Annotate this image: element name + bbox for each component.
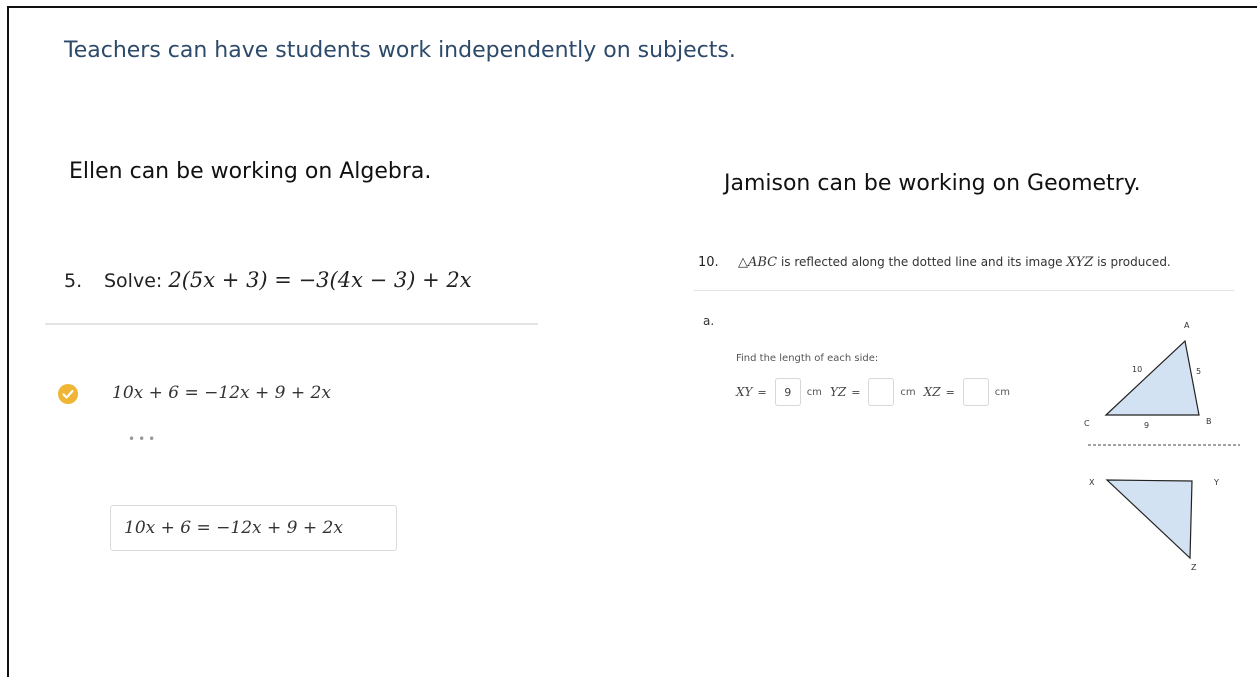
geometry-problem: △ABC is reflected along the dotted line …: [738, 255, 1171, 270]
geometry-problem-number: 10.: [698, 255, 719, 270]
algebra-problem-number: 5.: [64, 270, 83, 292]
more-steps-ellipsis[interactable]: •••: [128, 432, 158, 446]
algebra-caption: Ellen can be working on Algebra.: [69, 159, 432, 184]
reflection-figure: A B C 10 5 9 X Y Z: [1084, 321, 1240, 572]
check-circle-icon: [58, 384, 78, 404]
side-yz-input[interactable]: [868, 378, 895, 406]
algebra-answer-value: 10x + 6 = −12x + 9 + 2x: [124, 518, 343, 538]
triangle-xyz: [1105, 479, 1193, 560]
algebra-divider: [45, 323, 538, 325]
side-xz-unit: cm: [994, 386, 1011, 398]
geometry-problem-end: is produced.: [1093, 255, 1171, 269]
triangle-abc: [1104, 339, 1200, 416]
slide-headline: Teachers can have students work independ…: [64, 38, 736, 63]
geometry-problem-mid: is reflected along the dotted line and i…: [777, 255, 1067, 269]
geometry-caption: Jamison can be working on Geometry.: [724, 171, 1141, 196]
side-xy-unit: cm: [806, 386, 822, 398]
side-cb-label: 9: [1144, 421, 1149, 430]
equals-sign: =: [757, 385, 767, 399]
side-xy-label: XY: [736, 385, 753, 399]
side-yz-unit: cm: [900, 386, 916, 398]
vertex-a-label: A: [1184, 321, 1190, 330]
side-xy-input[interactable]: 9: [774, 378, 801, 406]
geometry-image-name: XYZ: [1066, 255, 1094, 270]
vertex-y-label: Y: [1213, 478, 1219, 487]
geometry-triangle-name: △ABC: [738, 255, 778, 270]
algebra-problem-prefix: Solve:: [104, 270, 163, 292]
geometry-part-label: a.: [703, 314, 715, 328]
side-ab-label: 5: [1196, 367, 1201, 376]
equals-sign: =: [945, 385, 955, 399]
side-yz-label: YZ: [829, 385, 847, 399]
geometry-divider: [694, 290, 1234, 291]
side-length-row: XY = 9 cm YZ = cm XZ = cm: [736, 377, 1018, 407]
algebra-step: 10x + 6 = −12x + 9 + 2x: [112, 383, 331, 403]
side-xz-input[interactable]: [962, 378, 989, 406]
algebra-problem: Solve: 2(5x + 3) = −3(4x − 3) + 2x: [104, 268, 472, 292]
vertex-x-label: X: [1089, 478, 1095, 487]
side-xz-label: XZ: [923, 385, 941, 399]
side-ac-label: 10: [1132, 365, 1142, 374]
geometry-instruction: Find the length of each side:: [736, 353, 879, 364]
vertex-c-label: C: [1084, 419, 1090, 428]
algebra-problem-equation: 2(5x + 3) = −3(4x − 3) + 2x: [168, 268, 472, 292]
algebra-answer-input[interactable]: 10x + 6 = −12x + 9 + 2x: [110, 505, 397, 551]
equals-sign: =: [851, 385, 861, 399]
vertex-z-label: Z: [1191, 563, 1197, 572]
vertex-b-label: B: [1206, 417, 1212, 426]
